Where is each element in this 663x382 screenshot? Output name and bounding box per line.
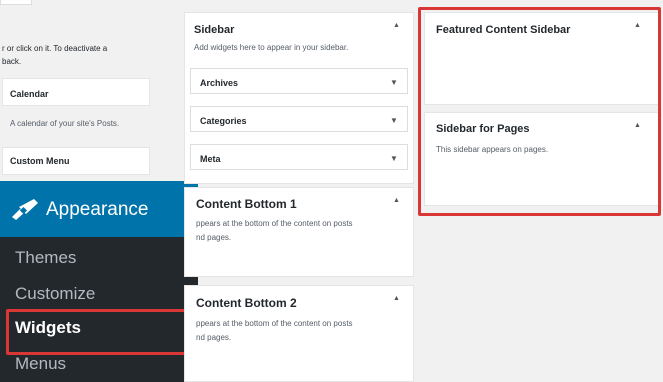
widget-custom-menu-title: Custom Menu: [10, 156, 70, 166]
available-widgets-description: r or click on it. To deactivate a back.: [2, 44, 108, 66]
collapse-arrow-icon[interactable]: ▲: [393, 22, 400, 29]
menu-appearance-label: Appearance: [46, 199, 149, 220]
paint-brush-icon: [12, 199, 38, 220]
menu-item-themes[interactable]: Themes: [15, 248, 76, 268]
expand-arrow-icon[interactable]: ▼: [390, 78, 398, 87]
widget-meta[interactable]: [190, 144, 408, 170]
content-bottom-2-description: ppears at the bottom of the content on p…: [196, 319, 353, 342]
widget-categories-label: Categories: [200, 116, 247, 126]
content-bottom-1-description: ppears at the bottom of the content on p…: [196, 219, 353, 242]
widgets-highlight-box: [6, 309, 190, 355]
widget-calendar-description: A calendar of your site's Posts.: [10, 119, 120, 128]
menu-item-customize[interactable]: Customize: [15, 284, 95, 304]
collapse-arrow-icon[interactable]: ▲: [393, 295, 400, 302]
content-bottom-2-title[interactable]: Content Bottom 2: [196, 296, 297, 310]
collapse-arrow-icon[interactable]: ▲: [393, 197, 400, 204]
widget-archives-label: Archives: [200, 78, 239, 88]
expand-arrow-icon[interactable]: ▼: [390, 154, 398, 163]
expand-arrow-icon[interactable]: ▼: [390, 116, 398, 125]
content-bottom-1-title[interactable]: Content Bottom 1: [196, 197, 297, 211]
widget-meta-label: Meta: [200, 154, 221, 164]
menu-item-menus[interactable]: Menus: [15, 354, 66, 374]
sidebars-highlight-box: [418, 7, 661, 216]
sidebar-area-description: Add widgets here to appear in your sideb…: [194, 43, 349, 52]
widget-box-stub: [0, 0, 32, 5]
sidebar-area-title[interactable]: Sidebar: [194, 24, 234, 36]
widget-calendar-title: Calendar: [10, 89, 49, 99]
